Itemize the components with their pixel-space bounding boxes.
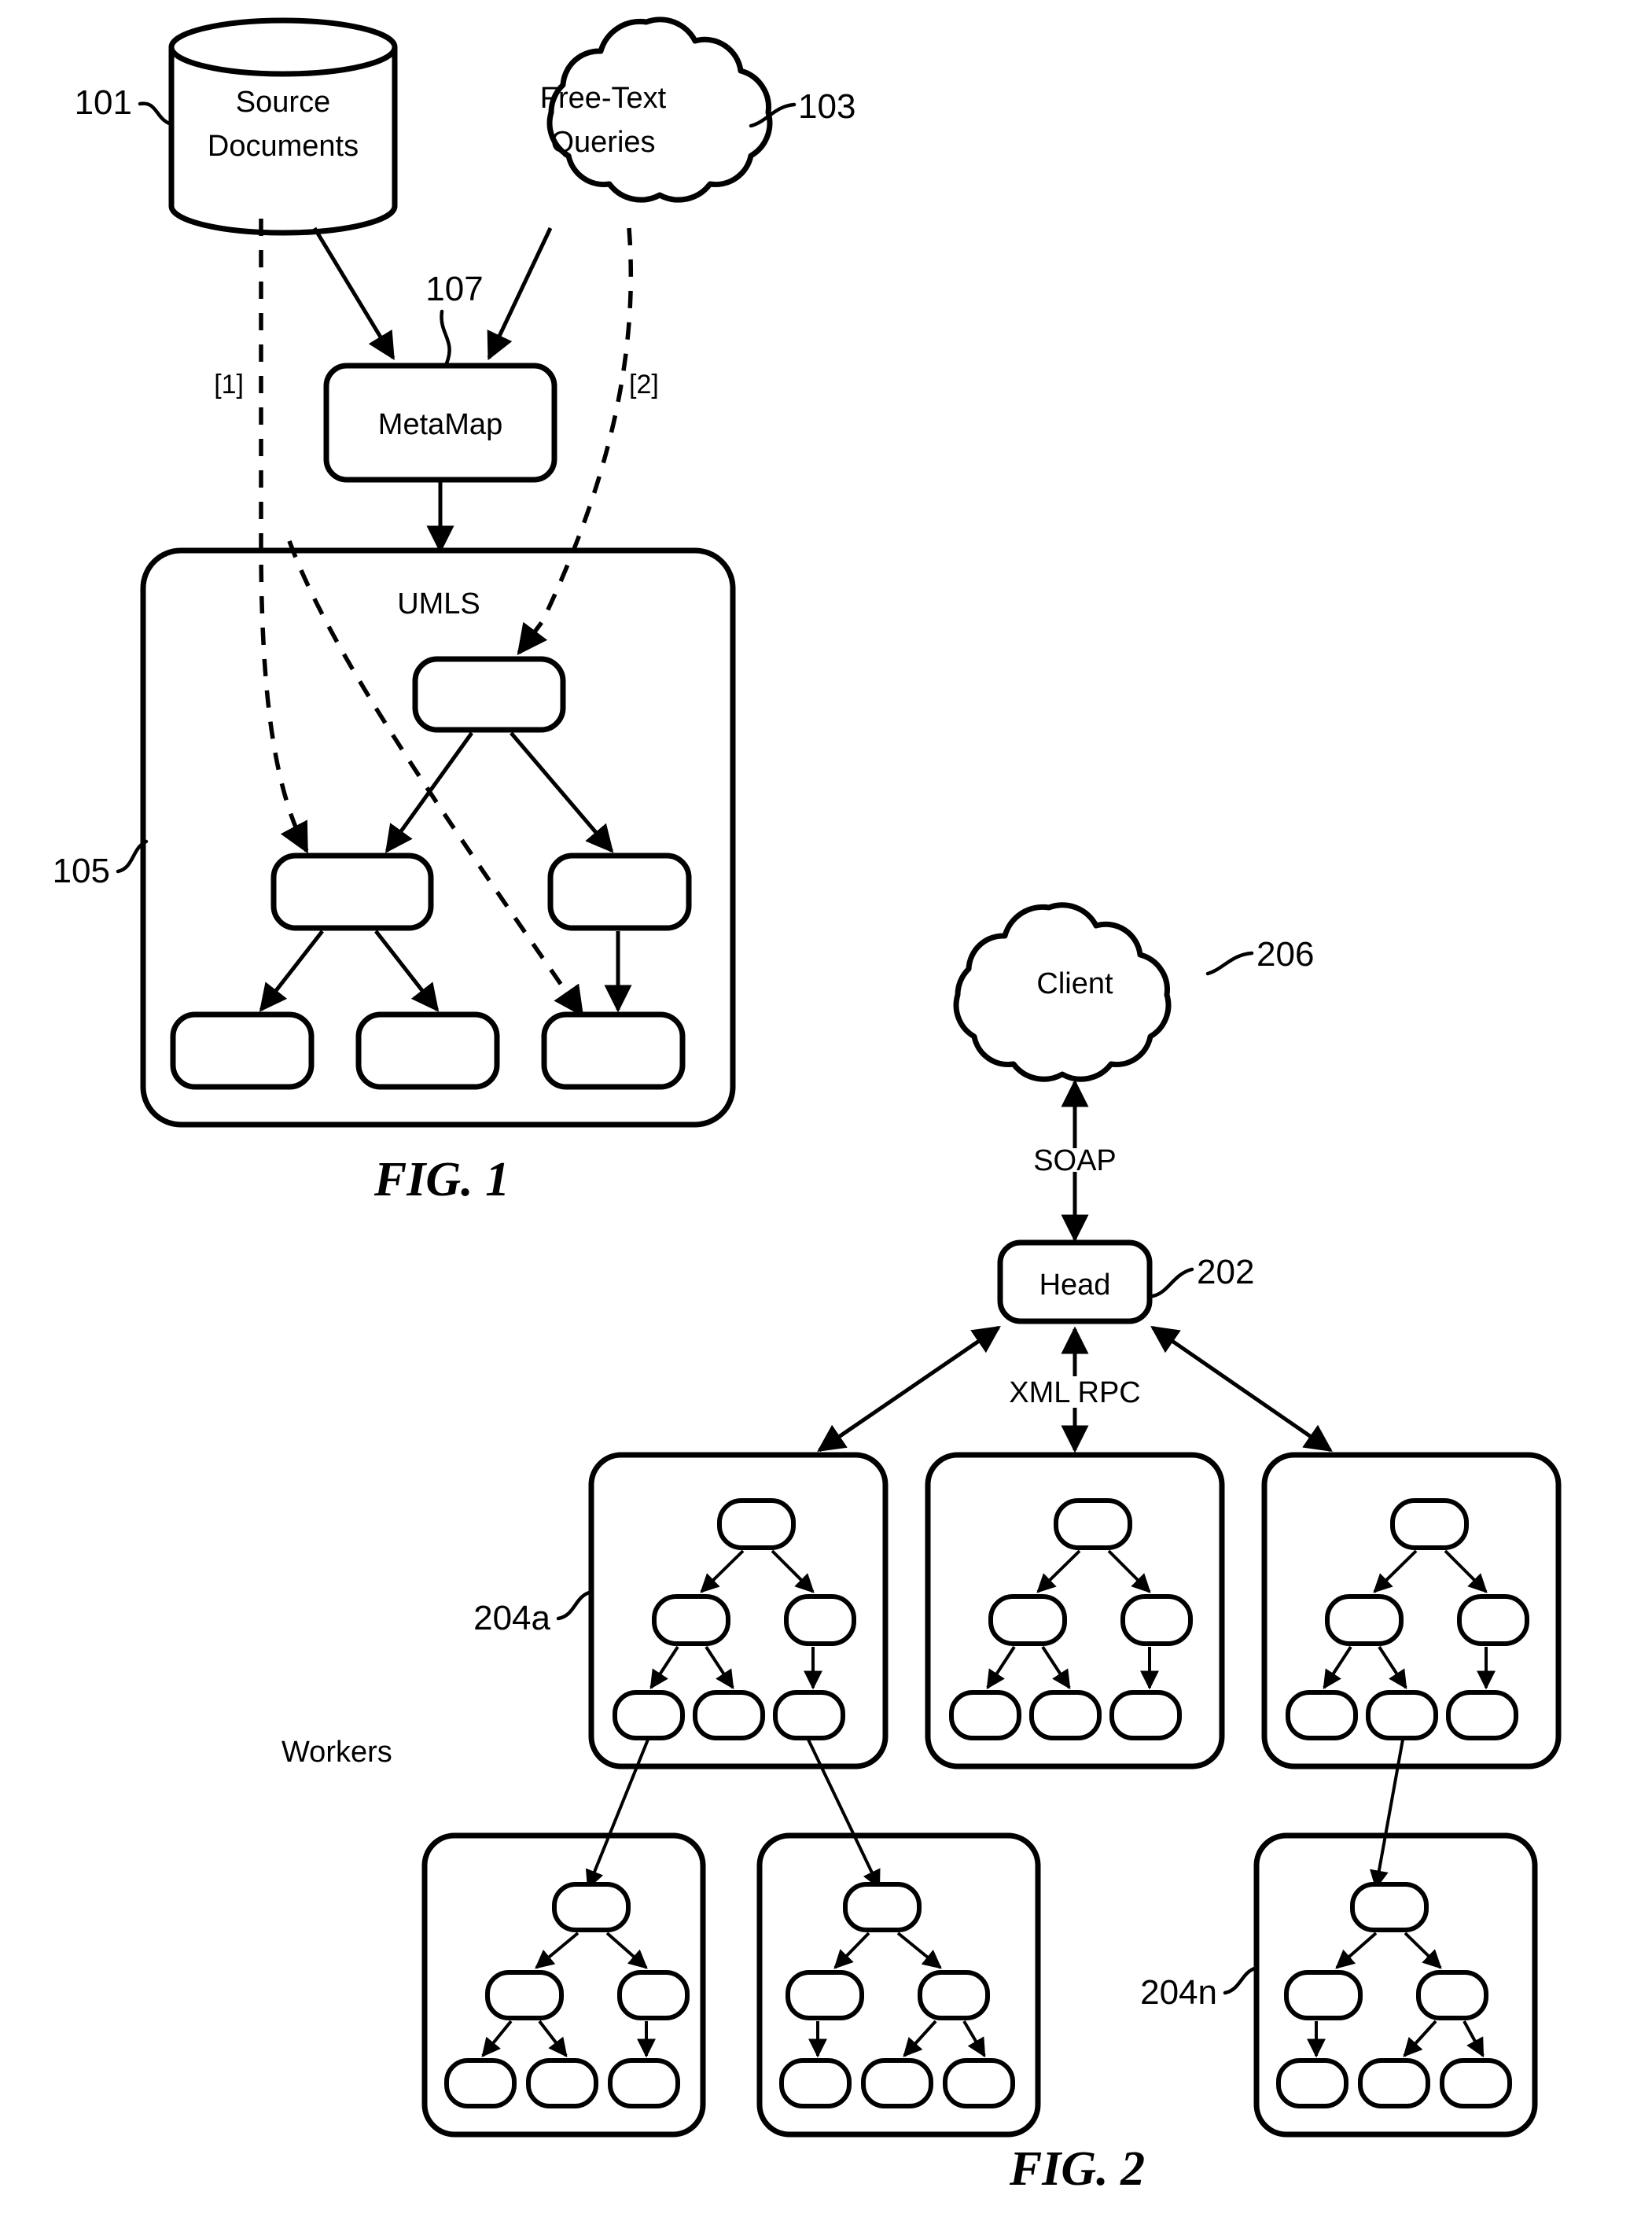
ref-204n-text: 204n (1140, 1973, 1217, 2012)
ref-206: 206 (1205, 935, 1314, 976)
workers-group-label: Workers (281, 1736, 392, 1769)
ref-204n: 204n (1140, 1965, 1259, 2012)
arrow-queries-to-metamap (487, 226, 553, 361)
arrow-xmlrpc-left (817, 1325, 1001, 1453)
arrow-source-to-metamap (312, 226, 396, 360)
client-label: Client (1036, 967, 1113, 1000)
metamap-label: MetaMap (378, 408, 502, 441)
path-label-2: [2] (629, 370, 659, 400)
worker-box-bottom-middle (756, 1832, 1041, 2138)
worker-bm-node-mid-right (918, 1970, 990, 2020)
patent-figure-sheet: Source Documents 101 Free-Text Queries 1… (0, 0, 1652, 2228)
soap-protocol-label: SOAP (1033, 1144, 1117, 1177)
worker-right-node-root (1390, 1498, 1469, 1550)
umls-edge-root-to-midright (510, 731, 614, 853)
worker-204a-node-mid-left (652, 1594, 730, 1646)
ref-204a-text: 204a (473, 1599, 550, 1637)
umls-node-leaf-2 (355, 1011, 500, 1090)
worker-204n-node-mid-left (1284, 1970, 1363, 2020)
worker-bm-node-leaf-3 (943, 2058, 1015, 2108)
umls-node-root (412, 656, 566, 733)
worker-204a-node-mid-right (784, 1594, 856, 1646)
ref-107: 107 (425, 270, 484, 366)
client-cloud: Client (953, 902, 1172, 1082)
umls-node-leaf-3 (541, 1011, 686, 1090)
umls-edge-root-to-midleft (384, 731, 474, 853)
worker-mid-node-leaf-3 (1109, 1690, 1182, 1740)
worker-204a-node-leaf-1 (613, 1690, 685, 1740)
worker-right-node-leaf-2 (1366, 1690, 1438, 1740)
worker-bl-node-leaf-2 (526, 2058, 598, 2108)
path-label-1: [1] (214, 370, 244, 400)
dashed-path-1 (259, 219, 309, 854)
fig1-caption: FIG. 1 (373, 1153, 510, 1206)
worker-204n-node-mid-right (1416, 1970, 1488, 2020)
free-text-queries-label-line2: Queries (550, 126, 655, 159)
ref-101: 101 (75, 83, 174, 127)
worker-bl-node-root (552, 1882, 631, 1932)
ref-202-text: 202 (1197, 1253, 1254, 1291)
worker-bl-node-leaf-1 (444, 2058, 517, 2108)
worker-box-top-middle (925, 1452, 1225, 1770)
figure-canvas: Source Documents 101 Free-Text Queries 1… (53, 17, 1562, 2196)
free-text-queries-label-line1: Free-Text (540, 82, 667, 115)
ref-204a: 204a (473, 1589, 594, 1637)
fig2-group: Client 206 SOAP Head 202 XML RPC 204a Wo… (281, 902, 1562, 2196)
worker-204n-node-leaf-2 (1358, 2058, 1430, 2108)
umls-node-leaf-1 (170, 1011, 315, 1090)
umls-edge-midleft-to-leaf2 (374, 930, 440, 1012)
worker-mid-node-root (1054, 1498, 1132, 1550)
worker-bl-node-leaf-3 (608, 2058, 680, 2108)
worker-bm-node-leaf-1 (779, 2058, 852, 2108)
umls-edge-midleft-to-leaf1 (259, 930, 324, 1012)
worker-right-node-leaf-3 (1446, 1690, 1518, 1740)
fig1-group: Source Documents 101 Free-Text Queries 1… (53, 17, 855, 1206)
ref-105-text: 105 (53, 852, 110, 890)
worker-204n-node-root (1350, 1882, 1429, 1932)
worker-mid-node-mid-right (1120, 1594, 1193, 1646)
xmlrpc-protocol-label: XML RPC (1009, 1376, 1141, 1409)
ref-103-text: 103 (798, 87, 855, 126)
source-documents-label-line2: Documents (208, 130, 359, 163)
worker-right-node-mid-right (1457, 1594, 1529, 1646)
worker-bm-node-mid-left (786, 1970, 864, 2020)
worker-bm-node-leaf-2 (861, 2058, 933, 2108)
worker-mid-node-mid-left (988, 1594, 1067, 1646)
link-204a-leaf1-to-bottom-left (585, 1739, 649, 1890)
ref-107-text: 107 (425, 270, 483, 308)
ref-105: 105 (53, 839, 149, 890)
worker-right-node-mid-left (1325, 1594, 1404, 1646)
worker-mid-node-leaf-1 (949, 1690, 1021, 1740)
metamap-box: MetaMap (323, 363, 557, 483)
worker-204n-node-leaf-3 (1440, 2058, 1512, 2108)
worker-box-204n (1253, 1832, 1538, 2138)
ref-101-text: 101 (75, 83, 132, 122)
worker-204a-node-root (717, 1498, 796, 1550)
umls-node-mid-left (270, 853, 434, 931)
free-text-queries-cloud: Free-Text Queries (540, 17, 773, 203)
head-label: Head (1039, 1269, 1111, 1302)
head-box: Head (997, 1239, 1153, 1324)
worker-bm-node-root (843, 1882, 922, 1932)
umls-label: UMLS (397, 587, 480, 621)
source-documents-cylinder: Source Documents (168, 17, 398, 236)
umls-node-mid-right (547, 853, 692, 931)
worker-204a-node-leaf-3 (773, 1690, 845, 1740)
link-right-leaf2-to-bottom-right (1370, 1739, 1404, 1890)
worker-204a-node-leaf-2 (693, 1690, 765, 1740)
ref-202: 202 (1150, 1253, 1254, 1298)
worker-box-204a (588, 1452, 889, 1770)
worker-bl-node-mid-left (485, 1970, 564, 2020)
worker-mid-node-leaf-2 (1029, 1690, 1102, 1740)
fig2-caption: FIG. 2 (1009, 2142, 1145, 2196)
worker-box-top-right (1261, 1452, 1562, 1770)
ref-206-text: 206 (1256, 935, 1314, 974)
source-documents-label-line1: Source (236, 86, 330, 119)
worker-right-node-leaf-1 (1286, 1690, 1358, 1740)
worker-204n-node-leaf-1 (1276, 2058, 1348, 2108)
worker-box-bottom-left (421, 1832, 706, 2138)
worker-bl-node-mid-right (617, 1970, 690, 2020)
arrow-xmlrpc-right (1150, 1325, 1333, 1453)
